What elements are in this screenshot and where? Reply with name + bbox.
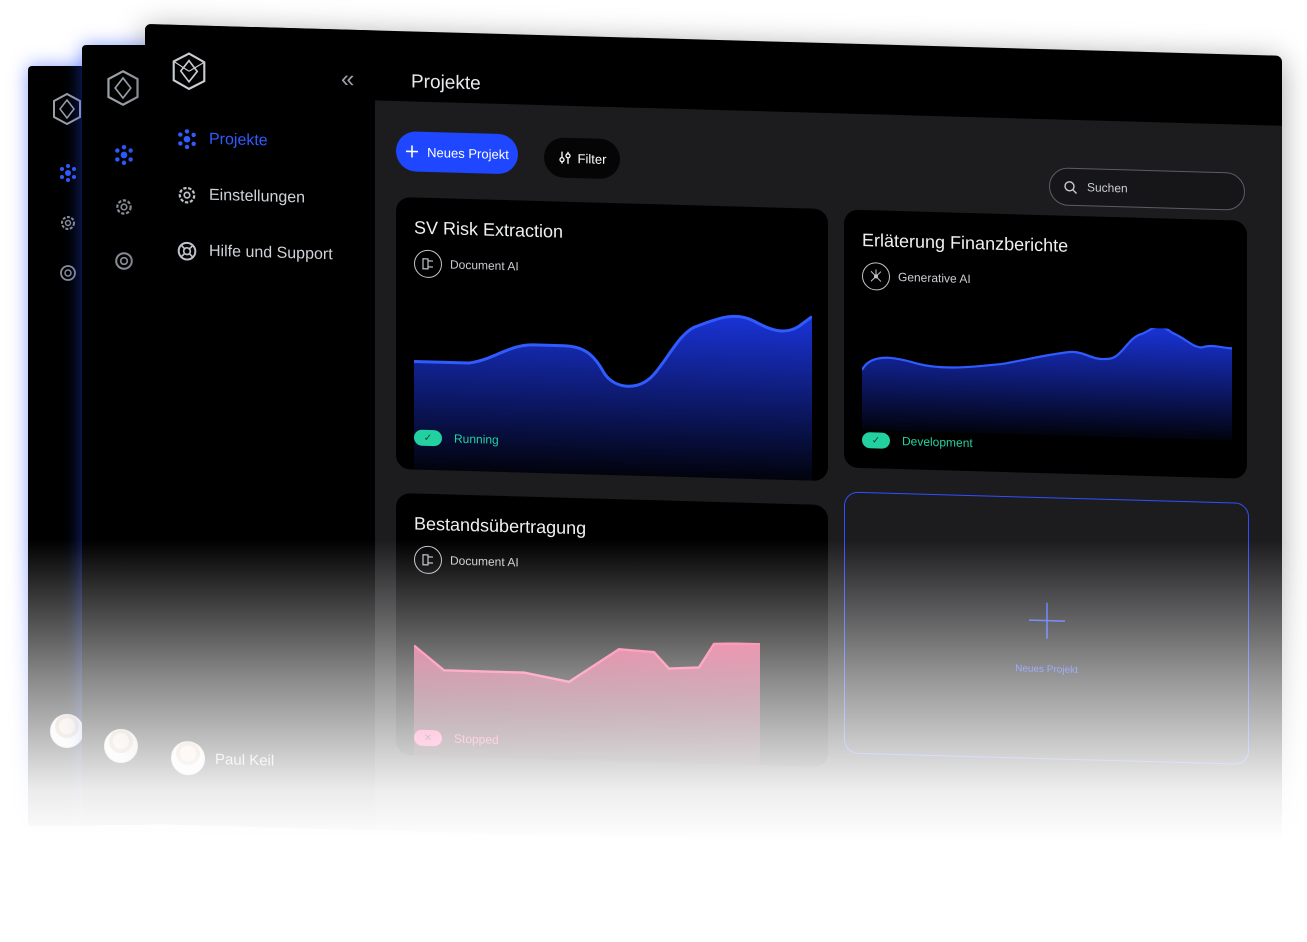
project-type-label: Generative AI [898,270,971,287]
project-type-label: Document AI [450,553,519,570]
document-flow-icon [414,249,442,279]
gear-icon [116,199,132,215]
project-card[interactable]: SV Risk Extraction Document AI ✓ Running [396,197,828,482]
plus-icon [1028,602,1065,639]
project-title: Erläterung Finanzberichte [862,230,1069,256]
status-label: Development [902,434,973,451]
sidebar: « Projekte Einstellungen Hilfe und Suppo… [145,24,375,831]
plus-icon [406,145,419,158]
sidebar-item-einstellungen[interactable]: Einstellungen [177,185,305,209]
lifebuoy-icon [177,241,197,261]
new-project-button[interactable]: Neues Projekt [396,131,518,175]
project-type: Document AI [414,249,519,281]
sidebar-item-label: Einstellungen [209,186,306,207]
main-window: « Projekte Einstellungen Hilfe und Suppo… [145,24,1282,856]
project-card[interactable]: Bestandsübertragung Document AI ✕ Stoppe… [396,493,828,768]
sliders-icon [558,151,571,164]
check-icon: ✓ [414,429,442,447]
activity-chart [414,314,812,481]
logo-icon [107,69,139,107]
search-input[interactable] [1085,179,1229,200]
lifebuoy-icon [115,252,133,270]
user-name: Paul Keil [215,750,275,770]
background-window-mid [82,45,152,825]
add-project-label: Neues Projekt [1015,663,1078,677]
cluster-icon [178,129,196,150]
search-field[interactable] [1049,167,1245,211]
gear-icon [178,186,196,204]
project-type: Document AI [414,545,519,577]
document-flow-icon [414,545,442,575]
status-badge: ✓ Running [414,429,499,448]
check-icon: ✓ [862,432,890,449]
status-badge: ✕ Stopped [414,729,499,748]
project-title: SV Risk Extraction [414,217,564,242]
status-label: Running [454,431,499,447]
add-project-card[interactable]: Neues Projekt [844,491,1249,765]
sidebar-item-hilfe[interactable]: Hilfe und Support [177,241,333,265]
close-icon: ✕ [414,729,442,747]
stage: « Projekte Einstellungen Hilfe und Suppo… [0,0,1307,942]
project-type-label: Document AI [450,257,519,274]
double-chevron-left-icon[interactable]: « [341,65,354,93]
filter-button[interactable]: Filter [544,137,620,180]
sidebar-item-label: Hilfe und Support [209,242,333,264]
sidebar-item-label: Projekte [209,130,268,150]
user-profile[interactable]: Paul Keil [171,740,275,778]
sidebar-item-projekte[interactable]: Projekte [177,129,268,152]
status-badge: ✓ Development [862,432,973,451]
filter-label: Filter [577,150,607,167]
lifebuoy-icon [60,265,76,281]
logo-icon [172,52,206,91]
project-title: Bestandsübertragung [414,513,587,539]
avatar [50,714,84,748]
activity-chart [862,325,1232,441]
avatar [171,740,205,776]
status-label: Stopped [454,731,499,747]
logo-icon [53,92,81,126]
page-title: Projekte [411,71,481,95]
project-type: Generative AI [862,262,971,293]
gear-icon [61,216,75,230]
search-icon [1064,180,1077,194]
network-icon [862,262,890,291]
avatar [104,729,138,763]
cluster-icon [60,164,76,182]
cluster-icon [115,145,133,165]
new-project-label: Neues Projekt [427,144,509,162]
project-card[interactable]: Erläterung Finanzberichte Generative AI … [844,209,1247,479]
